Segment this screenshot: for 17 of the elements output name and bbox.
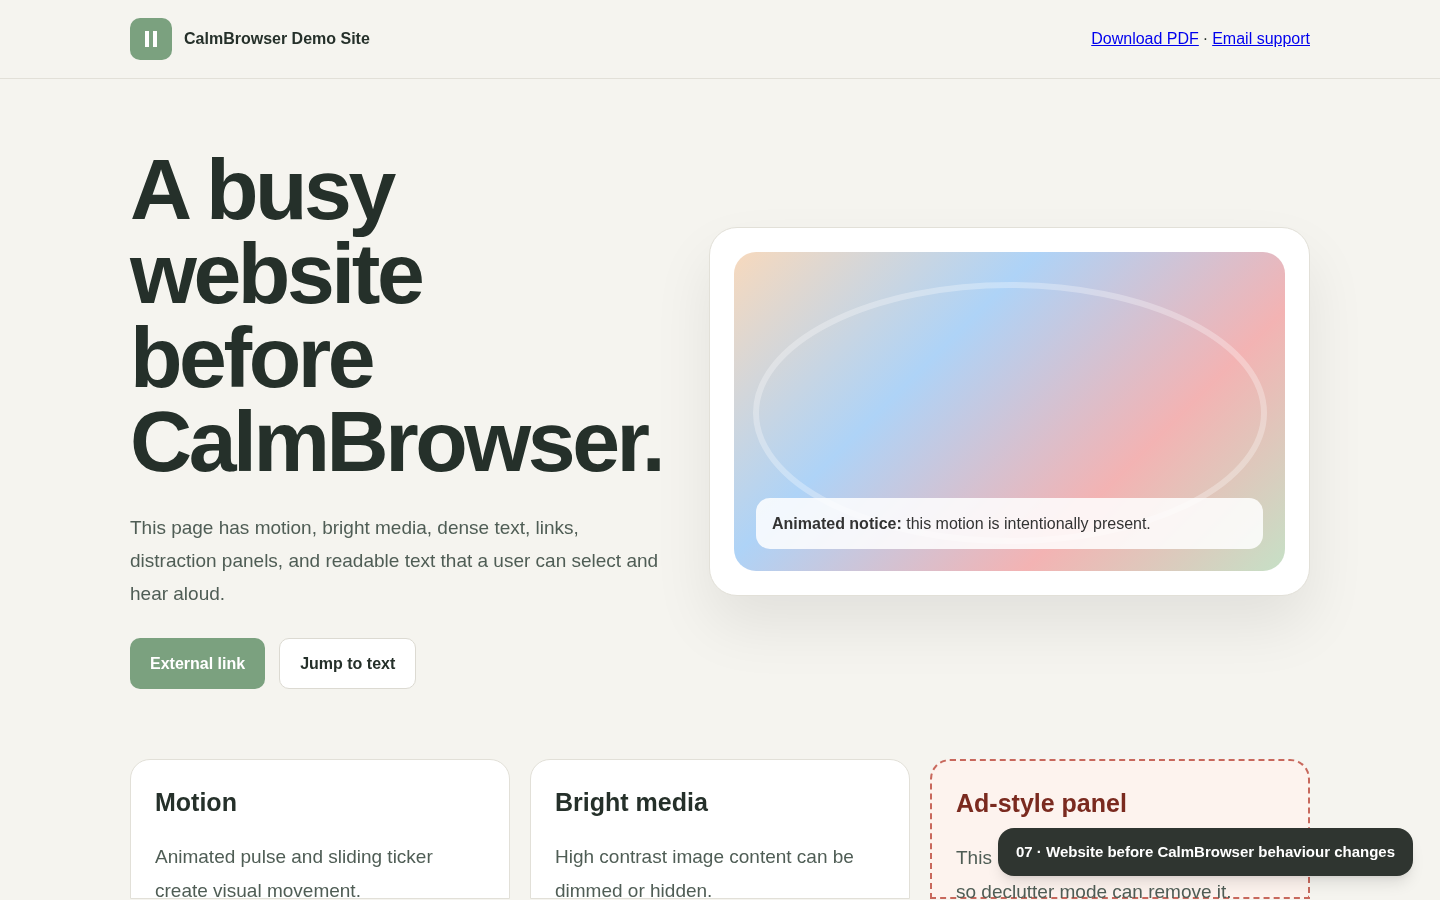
header-link[interactable]: Download PDF — [1091, 27, 1199, 51]
card-title: Ad-style panel — [956, 788, 1128, 819]
pause-icon — [130, 18, 172, 60]
card-text: High contrast image content can be dimmed or hidden. — [555, 844, 855, 900]
jump-button[interactable]: Jump to text — [279, 638, 417, 689]
card-text: Animated pulse and sliding ticker create visual movement. — [155, 844, 434, 900]
toast-message: 07 · Website before CalmBrowser behaviour changes — [998, 828, 1413, 876]
header-link[interactable]: Email support — [1212, 27, 1310, 51]
card-title: Motion — [155, 787, 238, 818]
card-text: so declutter mode can remove it. — [956, 879, 1232, 900]
hero-title: A busy website before CalmBrowser. — [130, 147, 664, 483]
site-name: CalmBrowser Demo Site — [184, 29, 370, 49]
separator: · — [1202, 29, 1209, 49]
card-title: Bright media — [555, 787, 709, 818]
notice-text: Animated notice: this motion is intentionally present. — [772, 513, 1151, 534]
intro-text: This page has motion, bright media, dense text, links, distraction panels, and readable text that a user can select and hear aloud. — [130, 516, 660, 606]
card-text: This — [956, 845, 992, 870]
